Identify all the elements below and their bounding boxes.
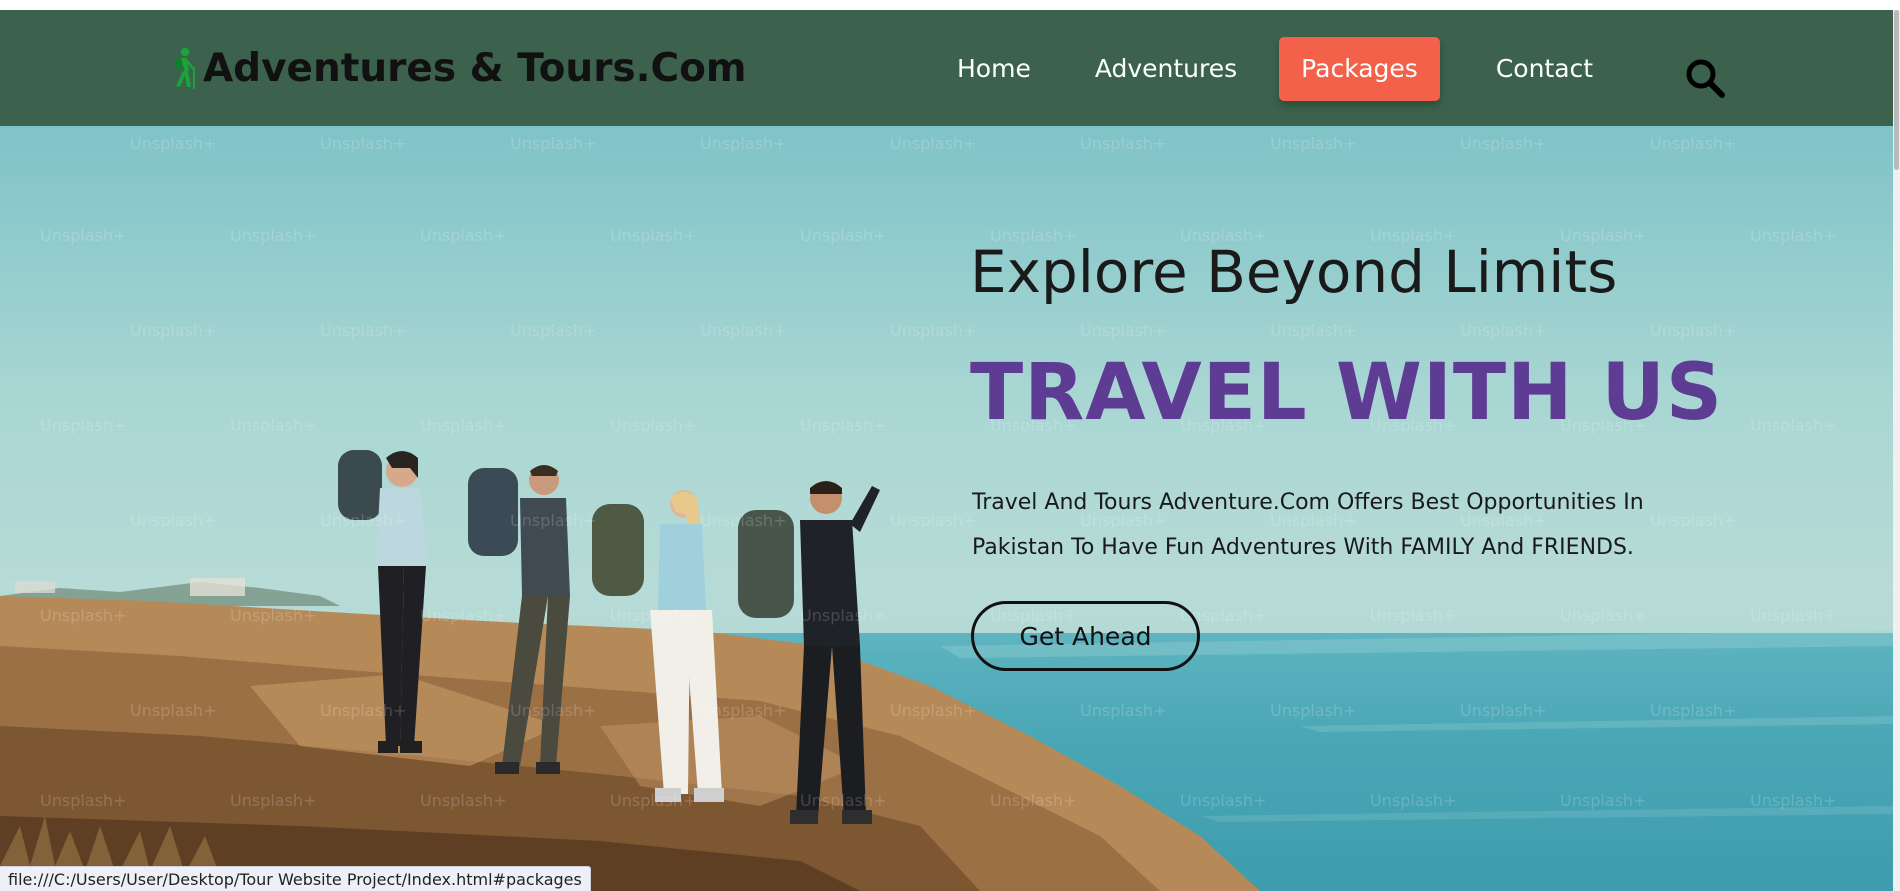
main-nav: Home Adventures Packages Contact: [935, 37, 1615, 101]
page-scrollbar[interactable]: [1893, 10, 1900, 891]
hero-section: Unsplash+ Unsplash+ Unsplash+ Unsplash+ Unsp…: [0, 126, 1893, 891]
get-ahead-button[interactable]: Get Ahead: [971, 601, 1200, 671]
scrollbar-thumb[interactable]: [1894, 10, 1899, 170]
status-bar-url: file:///C:/Users/User/Desktop/Tour Websi…: [0, 866, 591, 891]
brand[interactable]: Adventures & Tours.Com: [165, 40, 747, 96]
search-icon[interactable]: [1683, 56, 1727, 100]
hiker-icon: [175, 47, 195, 89]
nav-packages[interactable]: Packages: [1279, 37, 1440, 101]
brand-name: Adventures & Tours.Com: [203, 45, 747, 91]
hero-headline: TRAVEL WITH US: [970, 348, 1724, 438]
hero-description: Travel And Tours Adventure.Com Offers Be…: [972, 490, 1644, 560]
nav-home[interactable]: Home: [935, 37, 1053, 101]
nav-adventures[interactable]: Adventures: [1073, 37, 1259, 101]
top-edge: [0, 0, 1900, 10]
browser-viewport: Adventures & Tours.Com Home Adventures P…: [0, 0, 1900, 891]
nav-contact[interactable]: Contact: [1474, 37, 1615, 101]
navbar: Adventures & Tours.Com Home Adventures P…: [0, 10, 1893, 126]
hero-title: Explore Beyond Limits: [970, 238, 1618, 306]
